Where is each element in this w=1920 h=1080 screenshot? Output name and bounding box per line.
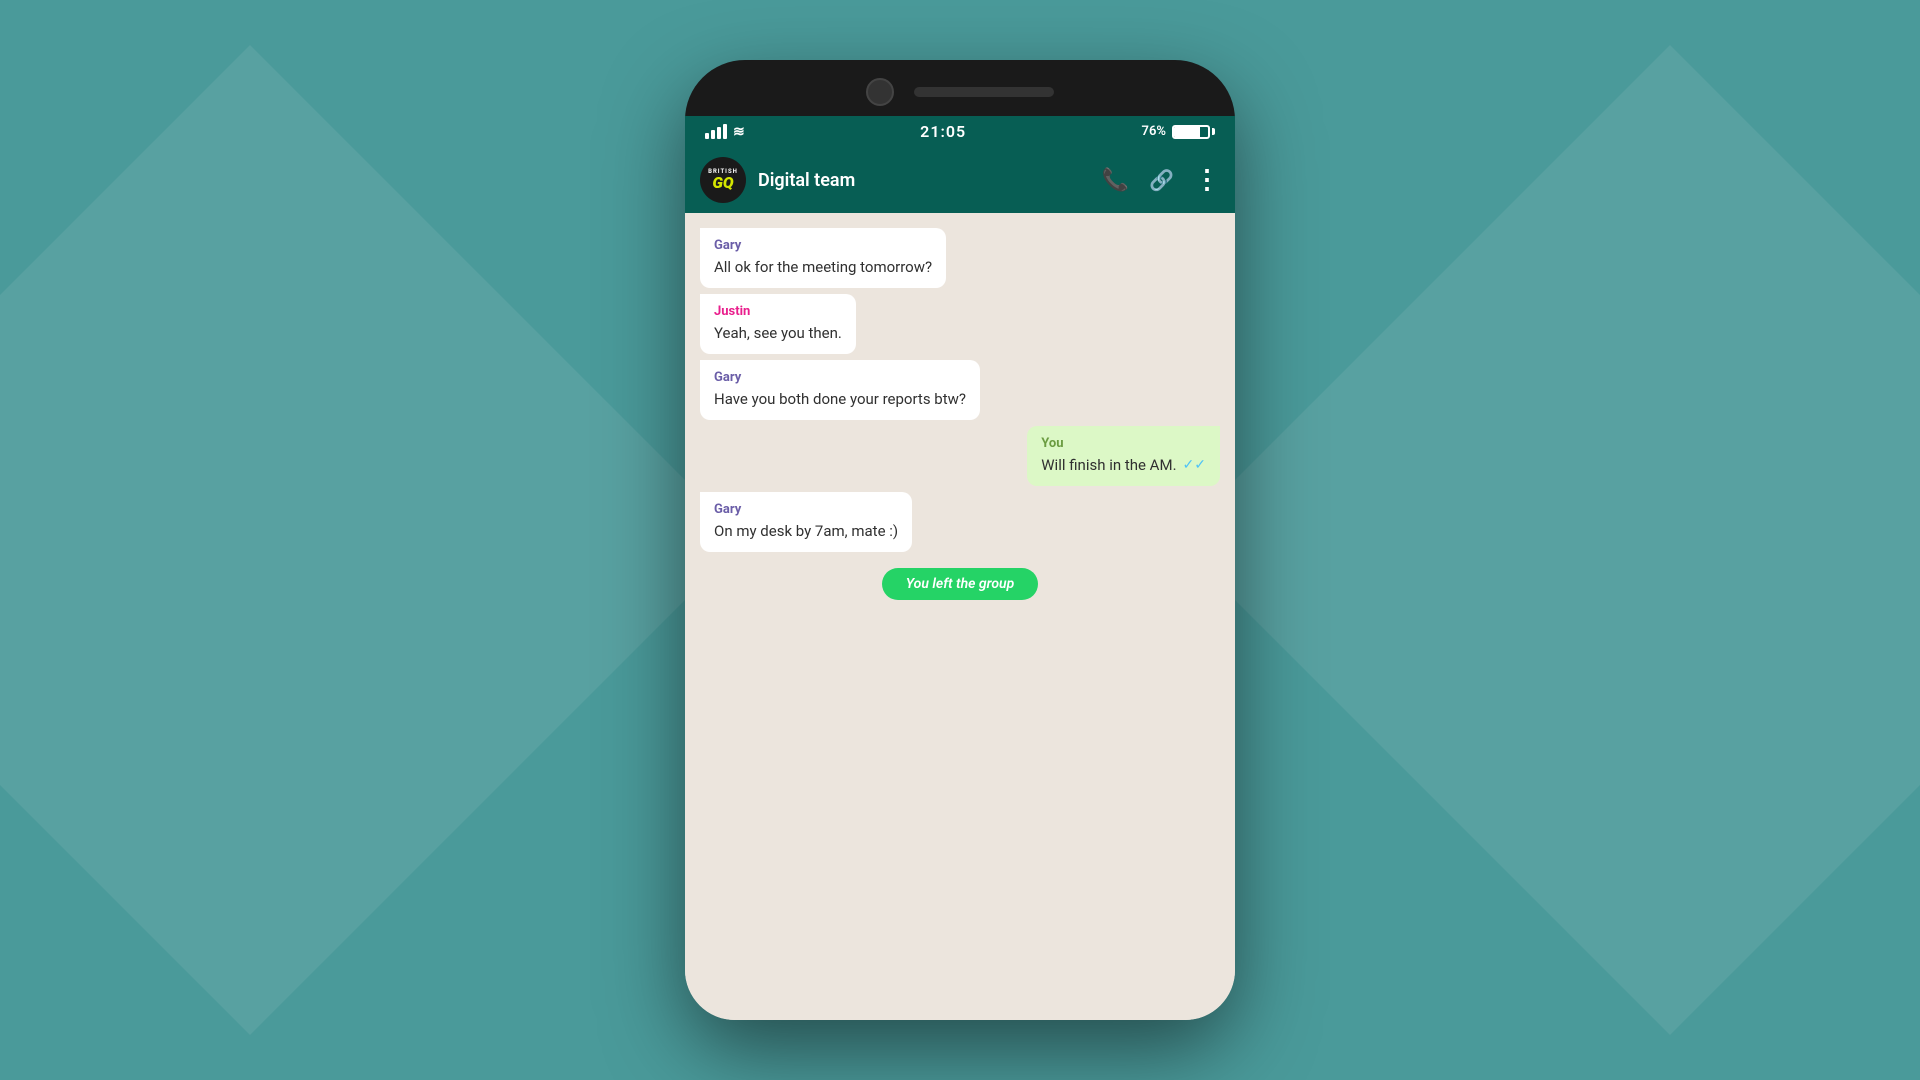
link-icon[interactable]: 🔗 <box>1149 168 1174 192</box>
signal-bar-4 <box>723 124 727 139</box>
status-bar: ≋ 21:05 76% <box>685 116 1235 147</box>
phone-screen: ≋ 21:05 76% BRITISH GQ Digi <box>685 116 1235 1020</box>
group-name: Digital team <box>758 170 1090 191</box>
avatar-gq-text: GQ <box>712 175 733 191</box>
message-5-sender: Gary <box>714 502 898 517</box>
message-4-content: Will finish in the AM. <box>1041 455 1176 476</box>
signal-bar-2 <box>711 130 715 139</box>
message-1-text: All ok for the meeting tomorrow? <box>714 257 932 278</box>
status-right: 76% <box>1142 124 1215 139</box>
message-2-bubble: Justin Yeah, see you then. <box>700 294 856 354</box>
message-4-sender: You <box>1041 436 1206 451</box>
message-5-wrapper: Gary On my desk by 7am, mate :) <box>700 492 1220 552</box>
phone-speaker <box>914 87 1054 97</box>
message-4-bubble: You Will finish in the AM. ✓✓ <box>1027 426 1220 486</box>
phone-top-bar <box>685 60 1235 116</box>
system-message-wrapper: You left the group <box>700 568 1220 600</box>
message-1-wrapper: Gary All ok for the meeting tomorrow? <box>700 228 1220 288</box>
bg-diamond-right <box>1175 45 1920 1035</box>
group-avatar: BRITISH GQ <box>700 157 746 203</box>
bg-diamond-left <box>0 45 745 1035</box>
message-4-wrapper: You Will finish in the AM. ✓✓ <box>700 426 1220 486</box>
system-message-badge: You left the group <box>882 568 1039 600</box>
phone-frame: ≋ 21:05 76% BRITISH GQ Digi <box>685 60 1235 1020</box>
message-5-bubble: Gary On my desk by 7am, mate :) <box>700 492 912 552</box>
message-1-sender: Gary <box>714 238 932 253</box>
message-4-text: Will finish in the AM. ✓✓ <box>1041 455 1206 476</box>
wifi-icon: ≋ <box>733 124 745 140</box>
message-2-text: Yeah, see you then. <box>714 323 842 344</box>
status-time: 21:05 <box>920 122 966 141</box>
chat-header: BRITISH GQ Digital team 📞 🔗 ⋮ <box>685 147 1235 213</box>
message-3-text: Have you both done your reports btw? <box>714 389 966 410</box>
chat-body: Gary All ok for the meeting tomorrow? Ju… <box>685 213 1235 1020</box>
message-2-wrapper: Justin Yeah, see you then. <box>700 294 1220 354</box>
battery-percent: 76% <box>1142 124 1166 139</box>
more-icon[interactable]: ⋮ <box>1194 165 1220 195</box>
header-icons: 📞 🔗 ⋮ <box>1102 165 1220 195</box>
battery-icon <box>1172 125 1215 139</box>
phone-camera <box>866 78 894 106</box>
phone-icon[interactable]: 📞 <box>1102 168 1129 193</box>
message-3-wrapper: Gary Have you both done your reports btw… <box>700 360 1220 420</box>
status-left: ≋ <box>705 124 745 140</box>
message-3-bubble: Gary Have you both done your reports btw… <box>700 360 980 420</box>
signal-bars <box>705 124 727 139</box>
signal-bar-3 <box>717 127 721 139</box>
message-4-ticks: ✓✓ <box>1183 456 1206 476</box>
message-2-sender: Justin <box>714 304 842 319</box>
message-3-sender: Gary <box>714 370 966 385</box>
message-5-text: On my desk by 7am, mate :) <box>714 521 898 542</box>
message-1-bubble: Gary All ok for the meeting tomorrow? <box>700 228 946 288</box>
signal-bar-1 <box>705 133 709 139</box>
